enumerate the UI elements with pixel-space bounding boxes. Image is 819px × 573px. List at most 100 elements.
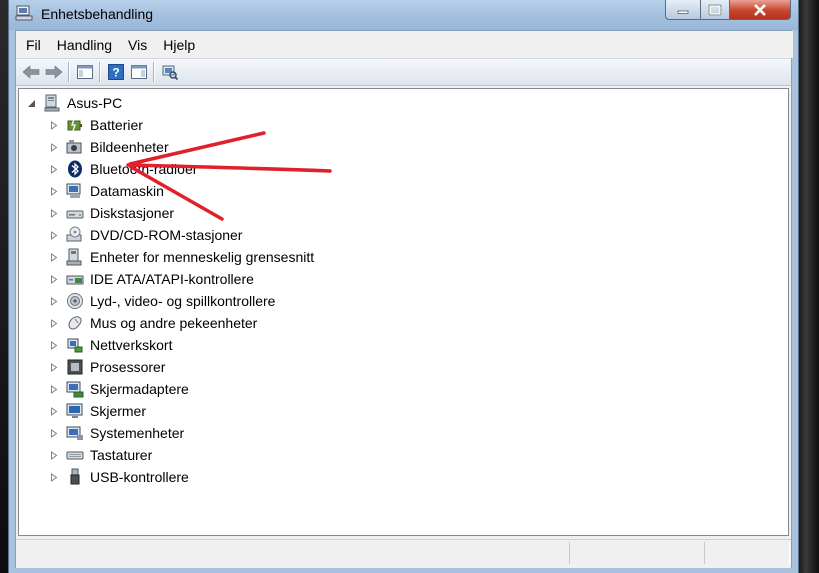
tree-item-label: Skjermer <box>90 403 147 419</box>
toolbar-separator <box>99 62 101 82</box>
tree-item-label: Skjermadaptere <box>90 381 189 397</box>
mouse-icon <box>66 314 84 332</box>
tree-item[interactable]: Batterier <box>48 114 143 136</box>
expand-icon[interactable] <box>48 119 60 131</box>
processor-icon <box>66 358 84 376</box>
tree-item-label: Lyd-, video- og spillkontrollere <box>90 293 276 309</box>
optical-drive-icon <box>66 226 84 244</box>
monitor-icon <box>66 402 84 420</box>
expand-icon[interactable] <box>48 163 60 175</box>
tree-item[interactable]: Skjermadaptere <box>48 378 189 400</box>
tree-item-label: Datamaskin <box>90 183 164 199</box>
tree-item-label: Systemenheter <box>90 425 185 441</box>
menu-hjelp[interactable]: Hjelp <box>155 37 203 53</box>
expand-icon[interactable] <box>48 229 60 241</box>
tree-item-label: Bildeenheter <box>90 139 169 155</box>
window-title: Enhetsbehandling <box>41 6 154 22</box>
tree-root-label: Asus-PC <box>67 95 123 111</box>
tree-item[interactable]: Enheter for menneskelig grensesnitt <box>48 246 314 268</box>
svg-text:?: ? <box>112 66 119 80</box>
tree-item[interactable]: Nettverkskort <box>48 334 172 356</box>
expand-icon[interactable] <box>48 427 60 439</box>
window-client-area: Fil Handling Vis Hjelp ? Asus-PC Batteri… <box>15 30 793 568</box>
tree-item[interactable]: IDE ATA/ATAPI-kontrollere <box>48 268 254 290</box>
tree-item[interactable]: USB-kontrollere <box>48 466 189 488</box>
scan-hardware-icon <box>162 65 178 80</box>
help-button[interactable]: ? <box>104 61 127 83</box>
ide-controller-icon <box>66 270 84 288</box>
toolbar-separator <box>68 62 70 82</box>
show-hide-action-pane-button[interactable] <box>127 61 150 83</box>
minimize-button[interactable] <box>665 0 701 20</box>
tree-item[interactable]: Bluetooth-radioer <box>48 158 197 180</box>
tree-item[interactable]: Tastaturer <box>48 444 152 466</box>
expand-icon[interactable] <box>48 141 60 153</box>
back-button[interactable] <box>19 61 42 83</box>
close-button[interactable] <box>729 0 791 20</box>
status-bar <box>16 539 791 568</box>
tree-item-label: Prosessorer <box>90 359 166 375</box>
expand-icon[interactable] <box>48 273 60 285</box>
menu-handling[interactable]: Handling <box>49 37 120 53</box>
tree-item-label: Nettverkskort <box>90 337 173 353</box>
tree-item-label: Tastaturer <box>90 447 153 463</box>
close-icon <box>754 3 766 16</box>
expand-icon[interactable] <box>48 405 60 417</box>
usb-icon <box>66 468 84 486</box>
network-adapter-icon <box>66 336 84 354</box>
tree-root[interactable]: Asus-PC <box>25 92 122 114</box>
tree-item-label: Batterier <box>90 117 143 133</box>
tree-item-label: USB-kontrollere <box>90 469 189 485</box>
arrow-left-icon <box>22 65 39 79</box>
menu-bar: Fil Handling Vis Hjelp <box>16 31 793 58</box>
tree-item-label: DVD/CD-ROM-stasjoner <box>90 227 243 243</box>
status-pane-1 <box>569 542 705 564</box>
desktop-background-right <box>797 0 819 573</box>
arrow-right-icon <box>45 65 62 79</box>
scan-hardware-changes-button[interactable] <box>158 61 181 83</box>
action-pane-icon <box>130 65 147 79</box>
tree-item[interactable]: Bildeenheter <box>48 136 169 158</box>
tree-item[interactable]: Lyd-, video- og spillkontrollere <box>48 290 275 312</box>
tree-item-label: IDE ATA/ATAPI-kontrollere <box>90 271 254 287</box>
tree-item[interactable]: Mus og andre pekeenheter <box>48 312 257 334</box>
tree-item[interactable]: DVD/CD-ROM-stasjoner <box>48 224 242 246</box>
show-hide-console-tree-button[interactable] <box>73 61 96 83</box>
status-pane-2 <box>704 542 790 564</box>
computer-icon <box>66 182 84 200</box>
help-icon: ? <box>107 64 124 80</box>
toolbar: ? <box>16 58 791 86</box>
expand-icon[interactable] <box>48 207 60 219</box>
expand-icon[interactable] <box>48 295 60 307</box>
tree-item[interactable]: Systemenheter <box>48 422 184 444</box>
tree-item-label: Diskstasjoner <box>90 205 175 221</box>
expand-icon[interactable] <box>48 449 60 461</box>
title-bar[interactable]: Enhetsbehandling <box>9 0 798 30</box>
battery-icon <box>66 116 84 134</box>
tree-item-label: Enheter for menneskelig grensesnitt <box>90 249 315 265</box>
tree-item[interactable]: Skjermer <box>48 400 146 422</box>
maximize-button[interactable] <box>700 0 730 20</box>
tree-item[interactable]: Datamaskin <box>48 180 164 202</box>
collapse-icon[interactable] <box>25 97 37 109</box>
expand-icon[interactable] <box>48 185 60 197</box>
bluetooth-icon <box>66 160 84 178</box>
expand-icon[interactable] <box>48 251 60 263</box>
console-tree-icon <box>76 65 93 79</box>
minimize-icon <box>677 10 689 14</box>
keyboard-icon <box>66 446 84 464</box>
tree-item[interactable]: Prosessorer <box>48 356 165 378</box>
menu-fil[interactable]: Fil <box>18 37 49 53</box>
expand-icon[interactable] <box>48 383 60 395</box>
expand-icon[interactable] <box>48 317 60 329</box>
expand-icon[interactable] <box>48 339 60 351</box>
expand-icon[interactable] <box>48 361 60 373</box>
menu-vis[interactable]: Vis <box>120 37 155 53</box>
tree-item[interactable]: Diskstasjoner <box>48 202 174 224</box>
camera-icon <box>66 138 84 156</box>
expand-icon[interactable] <box>48 471 60 483</box>
forward-button[interactable] <box>42 61 65 83</box>
system-device-icon <box>66 424 84 442</box>
toolbar-separator <box>153 62 155 82</box>
hid-icon <box>66 248 84 266</box>
